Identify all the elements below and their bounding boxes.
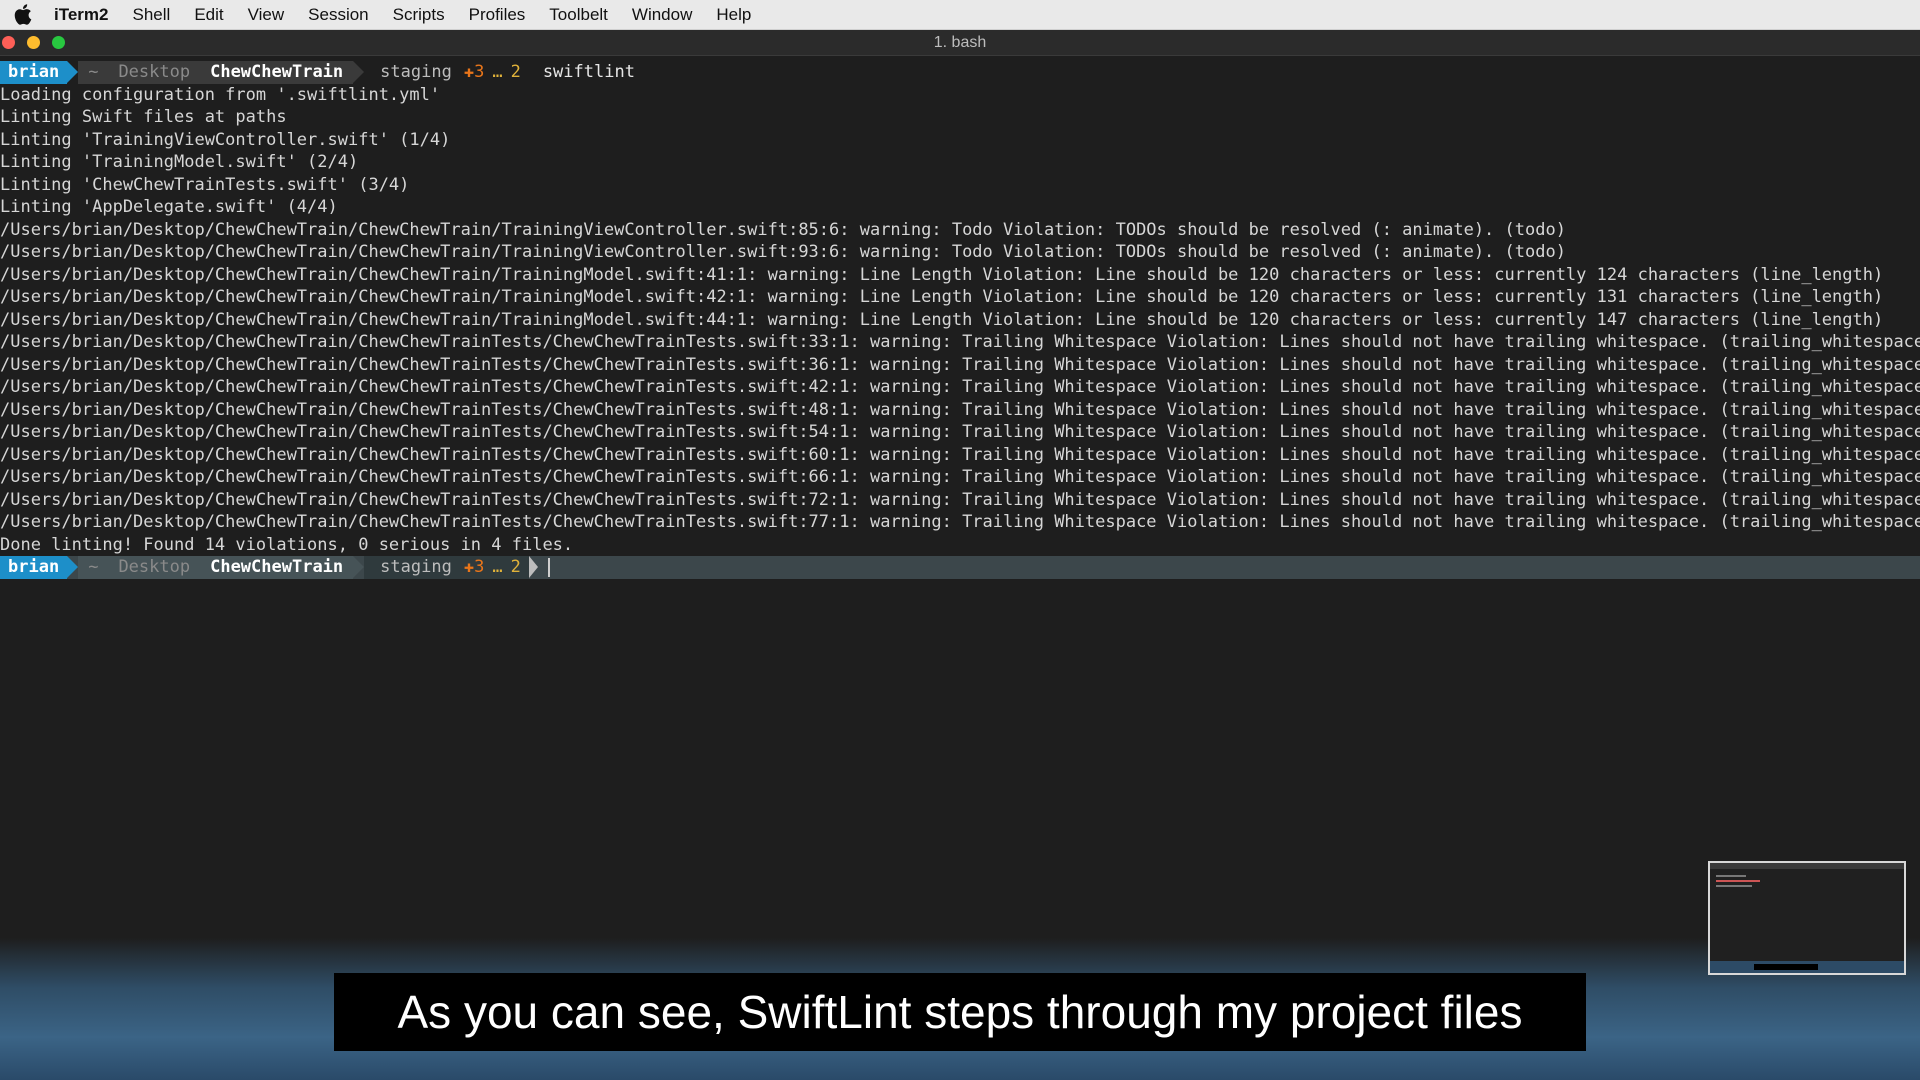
output-line: /Users/brian/Desktop/ChewChewTrain/ChewC… <box>0 219 1566 240</box>
thumbnail-text-line <box>1716 880 1760 882</box>
apple-logo-icon[interactable] <box>14 4 36 26</box>
output-line: Linting Swift files at paths <box>0 107 287 127</box>
command-output: Loading configuration from '.swiftlint.y… <box>0 84 1920 557</box>
menu-bar: iTerm2 Shell Edit View Session Scripts P… <box>0 0 1920 30</box>
typed-command: swiftlint <box>542 62 635 83</box>
powerline-separator-icon <box>353 556 365 579</box>
output-line: /Users/brian/Desktop/ChewChewTrain/ChewC… <box>0 489 1920 510</box>
thumbnail-caption <box>1754 964 1818 970</box>
output-line: /Users/brian/Desktop/ChewChewTrain/ChewC… <box>0 399 1920 420</box>
powerline-separator-icon <box>67 61 79 84</box>
output-line: /Users/brian/Desktop/ChewChewTrain/ChewC… <box>0 444 1920 465</box>
zoom-window-button[interactable] <box>52 36 65 49</box>
git-untracked-icon: … <box>492 557 503 577</box>
menu-window[interactable]: Window <box>632 0 692 29</box>
prompt-dir-project: ChewChewTrain <box>200 556 354 579</box>
git-changed-icon: ✚ <box>463 62 475 82</box>
video-thumbnail-preview[interactable] <box>1708 861 1906 975</box>
output-line: /Users/brian/Desktop/ChewChewTrain/ChewC… <box>0 512 1920 532</box>
menu-scripts[interactable]: Scripts <box>393 0 445 29</box>
prompt-home-segment: ~ <box>78 556 109 579</box>
window-title-bar: 1. bash <box>0 30 1920 56</box>
output-line: /Users/brian/Desktop/ChewChewTrain/ChewC… <box>0 264 1884 285</box>
thumbnail-text-line <box>1716 885 1752 887</box>
thumbnail-content <box>1710 863 1904 973</box>
git-branch-name: staging <box>380 557 452 577</box>
powerline-separator-icon <box>353 61 365 84</box>
git-changed-count: 3 <box>474 557 485 577</box>
git-untracked-icon: … <box>492 62 503 82</box>
powerline-separator-icon <box>528 556 538 579</box>
menu-iterm2[interactable]: iTerm2 <box>54 0 109 29</box>
prompt-git-segment: staging ✚ 3 … 2 <box>364 61 529 84</box>
output-line: /Users/brian/Desktop/ChewChewTrain/ChewC… <box>0 377 1920 397</box>
traffic-lights <box>2 36 65 49</box>
thumbnail-text-line <box>1716 875 1746 877</box>
menu-view[interactable]: View <box>248 0 285 29</box>
powerline-separator-icon <box>67 556 79 579</box>
git-untracked-count: 2 <box>510 557 521 577</box>
output-line: Linting 'TrainingModel.swift' (2/4) <box>0 152 359 172</box>
output-line: Linting 'TrainingViewController.swift' (… <box>0 129 451 150</box>
output-line: Done linting! Found 14 violations, 0 ser… <box>0 534 574 555</box>
menu-edit[interactable]: Edit <box>194 0 223 29</box>
prompt-git-segment: staging ✚ 3 … 2 <box>364 556 529 579</box>
menu-help[interactable]: Help <box>716 0 751 29</box>
prompt-user-segment: brian <box>0 556 68 579</box>
output-line: /Users/brian/Desktop/ChewChewTrain/ChewC… <box>0 309 1884 330</box>
menu-toolbelt[interactable]: Toolbelt <box>549 0 608 29</box>
prompt-home-segment: ~ <box>78 61 109 84</box>
output-line: Loading configuration from '.swiftlint.y… <box>0 84 441 105</box>
text-cursor <box>547 557 550 577</box>
minimize-window-button[interactable] <box>27 36 40 49</box>
video-subtitle: As you can see, SwiftLint steps through … <box>334 973 1586 1051</box>
output-line: /Users/brian/Desktop/ChewChewTrain/ChewC… <box>0 287 1884 307</box>
menu-profiles[interactable]: Profiles <box>469 0 526 29</box>
prompt-user-segment: brian <box>0 61 68 84</box>
window-title: 1. bash <box>933 33 987 51</box>
thumbnail-titlebar <box>1710 863 1904 869</box>
output-line: Linting 'ChewChewTrainTests.swift' (3/4) <box>0 174 410 195</box>
git-changed-icon: ✚ <box>463 557 475 577</box>
git-changed-count: 3 <box>474 62 485 82</box>
prompt-dir-desktop: Desktop <box>108 556 201 579</box>
output-line: /Users/brian/Desktop/ChewChewTrain/ChewC… <box>0 354 1920 375</box>
output-line: Linting 'AppDelegate.swift' (4/4) <box>0 197 338 217</box>
close-window-button[interactable] <box>2 36 15 49</box>
git-branch-name: staging <box>380 62 452 82</box>
terminal-session[interactable]: brian ~ Desktop ChewChewTrain staging ✚ … <box>0 61 1920 579</box>
menu-session[interactable]: Session <box>308 0 368 29</box>
prompt-dir-desktop: Desktop <box>108 61 201 84</box>
menu-shell[interactable]: Shell <box>133 0 171 29</box>
output-line: /Users/brian/Desktop/ChewChewTrain/ChewC… <box>0 467 1920 487</box>
output-line: /Users/brian/Desktop/ChewChewTrain/ChewC… <box>0 332 1920 352</box>
active-prompt-line[interactable]: brian ~ Desktop ChewChewTrain staging ✚ … <box>0 556 1920 579</box>
output-line: /Users/brian/Desktop/ChewChewTrain/ChewC… <box>0 422 1920 442</box>
output-line: /Users/brian/Desktop/ChewChewTrain/ChewC… <box>0 242 1566 262</box>
prompt-line: brian ~ Desktop ChewChewTrain staging ✚ … <box>0 61 1920 84</box>
prompt-dir-project: ChewChewTrain <box>200 61 354 84</box>
git-untracked-count: 2 <box>510 62 521 82</box>
